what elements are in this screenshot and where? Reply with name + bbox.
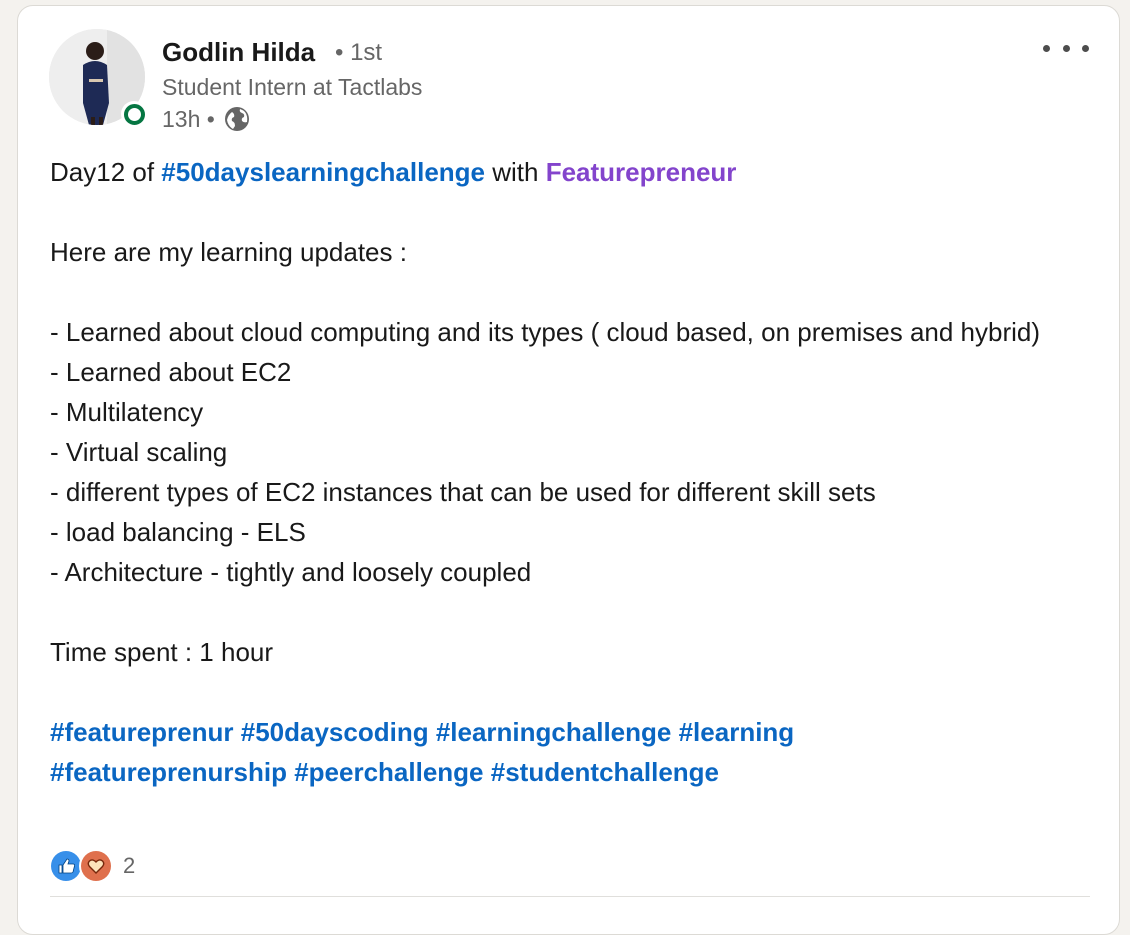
post-body: Day12 of #50dayslearningchallenge with F… [50,152,1110,792]
post-meta: 13h • [162,105,251,133]
hashtag-link[interactable]: #50dayscoding [241,717,429,747]
reactions-summary[interactable]: 2 [49,849,135,883]
post-time: 13h • [162,105,215,132]
online-status-indicator [121,101,147,127]
post-list-item: - Learned about cloud computing and its … [50,317,1041,347]
author-name[interactable]: Godlin Hilda [162,37,315,68]
hashtag-link[interactable]: #learningchallenge [436,717,672,747]
hashtag-link[interactable]: #50dayslearningchallenge [161,157,485,187]
post-card: Godlin Hilda • 1st Student Intern at Tac… [17,5,1120,935]
time-spent: Time spent : 1 hour [50,637,274,667]
hashtag-link[interactable]: #featureprenur [50,717,234,747]
hashtags-row: #featureprenurship #peerchallenge #stude… [50,752,1110,792]
author-headline: Student Intern at Tactlabs [162,74,423,100]
hashtag-link[interactable]: #learning [679,717,795,747]
divider [50,896,1090,897]
post-list-item: - load balancing - ELS [50,517,306,547]
post-intro: Here are my learning updates : [50,237,407,267]
post-list-item: - Multilatency [50,397,204,427]
connection-degree: • 1st [335,39,383,66]
mention-link[interactable]: Featurepreneur [546,157,737,187]
post-list-item: - Learned about EC2 [50,357,292,387]
hashtag-link[interactable]: #studentchallenge [491,757,719,787]
post-text: Day12 of [50,157,162,187]
reaction-count: 2 [123,853,136,878]
love-icon [79,849,113,883]
post-list-item: - Virtual scaling [50,437,228,467]
post-line-1: Day12 of #50dayslearningchallenge with F… [50,152,1110,192]
hashtags-row: #featureprenur #50dayscoding #learningch… [50,712,1110,752]
like-icon [49,849,83,883]
more-options-icon[interactable] [1043,32,1089,64]
author-avatar[interactable] [49,29,147,127]
post-list-item: - Architecture - tightly and loosely cou… [50,557,532,587]
hashtag-link[interactable]: #peerchallenge [294,757,483,787]
hashtag-link[interactable]: #featureprenurship [50,757,287,787]
post-text: with [485,157,546,187]
globe-icon [223,105,251,133]
post-list-item: - different types of EC2 instances that … [50,477,876,507]
